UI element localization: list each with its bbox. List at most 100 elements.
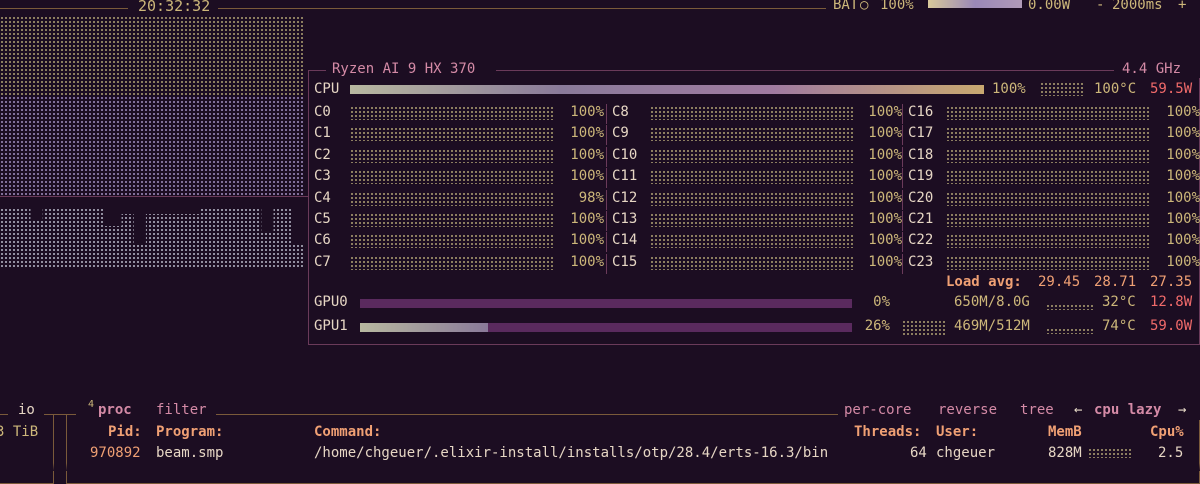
core-graph <box>650 192 854 206</box>
core-pct: 100% <box>1166 125 1200 141</box>
header-cpu[interactable]: Cpu% <box>1150 424 1184 440</box>
core-column-separator <box>902 211 903 231</box>
core-label: C19 <box>908 168 934 184</box>
row-pid: 970892 <box>90 445 141 461</box>
core-label: C1 <box>314 125 331 141</box>
core-label: C23 <box>908 254 934 270</box>
core-column-separator <box>606 211 607 231</box>
io-value: 3 TiB <box>0 424 39 440</box>
core-column-separator <box>902 104 903 124</box>
core-column-separator <box>606 190 607 210</box>
core-column-separator <box>902 168 903 188</box>
core-graph <box>946 127 1150 141</box>
battery-icon: ○ <box>860 0 869 13</box>
cpu-power: 59.5W <box>1150 81 1193 97</box>
interval-increase-button[interactable]: + <box>1178 0 1186 13</box>
partial-next-row <box>0 463 1200 471</box>
gpu-mem: 650M/8.0G <box>954 294 1030 310</box>
gpu-power: 59.0W <box>1150 318 1193 334</box>
core-pct: 100% <box>570 168 604 184</box>
core-pct: 100% <box>868 211 902 227</box>
option-per-core-button[interactable]: per-core <box>844 402 911 418</box>
core-pct: 100% <box>570 211 604 227</box>
load-avg-1: 29.45 <box>1038 274 1081 290</box>
core-label: C8 <box>612 104 629 120</box>
core-pct: 100% <box>868 168 902 184</box>
core-column-separator <box>606 125 607 145</box>
core-pct: 100% <box>1166 254 1200 270</box>
core-label: C2 <box>314 147 331 163</box>
core-label: C12 <box>612 190 638 206</box>
gpu-mini-graph <box>902 320 946 336</box>
core-label: C21 <box>908 211 934 227</box>
sort-mode: cpu lazy <box>1094 402 1162 418</box>
core-label: C4 <box>314 190 331 206</box>
row-user: chgeuer <box>936 445 996 461</box>
gpu-label: GPU0 <box>314 294 348 310</box>
proc-title[interactable]: proc <box>98 402 132 418</box>
core-pct: 100% <box>868 125 902 141</box>
gpu-bar-fill <box>360 323 488 332</box>
gpu-bar-track <box>360 323 852 332</box>
io-label: io <box>18 402 35 418</box>
core-graph <box>350 213 554 227</box>
core-graph <box>946 256 1150 270</box>
header-command[interactable]: Command: <box>314 424 381 440</box>
core-pct: 100% <box>868 104 902 120</box>
battery-label: BAT <box>833 0 859 13</box>
load-avg-15: 27.35 <box>1150 274 1193 290</box>
option-tree-button[interactable]: tree <box>1020 402 1054 418</box>
sort-right-arrow-icon[interactable]: → <box>1178 402 1186 418</box>
header-user[interactable]: User: <box>936 424 978 440</box>
core-label: C9 <box>612 125 629 141</box>
core-graph <box>946 192 1150 206</box>
header-program[interactable]: Program: <box>156 424 223 440</box>
header-mem[interactable]: MemB <box>1048 424 1082 440</box>
core-pct: 100% <box>868 254 902 270</box>
interval-value: 2000ms <box>1112 0 1163 13</box>
core-label: C17 <box>908 125 934 141</box>
core-graph <box>946 234 1150 248</box>
row-threads: 64 <box>910 445 927 461</box>
core-label: C22 <box>908 232 934 248</box>
sort-left-arrow-icon[interactable]: ← <box>1074 402 1082 418</box>
core-column-separator <box>902 254 903 274</box>
cpu-total-pct: 100% <box>992 81 1026 97</box>
gpu-power: 12.8W <box>1150 294 1193 310</box>
interval-decrease-button[interactable]: - <box>1096 0 1104 13</box>
core-graph <box>350 149 554 163</box>
core-pct: 100% <box>1166 168 1200 184</box>
power-readout: 0.00W <box>1028 0 1071 13</box>
core-graph <box>350 192 554 206</box>
option-reverse-button[interactable]: reverse <box>938 402 997 418</box>
header-threads[interactable]: Threads: <box>854 424 921 440</box>
battery-meter <box>928 0 1022 8</box>
header-pid[interactable]: Pid: <box>108 424 142 440</box>
core-graph <box>946 149 1150 163</box>
core-pct: 100% <box>1166 147 1200 163</box>
cpu-total-label: CPU <box>314 81 340 97</box>
gpu-mem-graph <box>1046 328 1094 334</box>
core-pct: 100% <box>868 147 902 163</box>
core-graph <box>650 256 854 270</box>
core-label: C6 <box>314 232 331 248</box>
core-pct: 100% <box>570 104 604 120</box>
gpu-pct: 0% <box>873 294 890 310</box>
row-cpu-graph <box>1088 448 1132 458</box>
core-label: C13 <box>612 211 638 227</box>
core-graph <box>350 234 554 248</box>
gpu-temp: 74°C <box>1102 318 1136 334</box>
battery-pct: 100% <box>880 0 914 13</box>
core-graph <box>650 234 854 248</box>
cpu-freq: 4.4 GHz <box>1122 61 1182 77</box>
core-graph <box>650 213 854 227</box>
gpu-pct: 26% <box>864 318 890 334</box>
core-label: C15 <box>612 254 638 270</box>
proc-filter-button[interactable]: filter <box>156 402 207 418</box>
gpu-bar-track <box>360 299 852 308</box>
row-command: /home/chgeuer/.elixir-install/installs/o… <box>314 445 829 461</box>
core-label: C11 <box>612 168 638 184</box>
core-column-separator <box>902 190 903 210</box>
core-column-separator <box>606 104 607 124</box>
load-avg-label: Load avg: <box>946 274 1022 290</box>
